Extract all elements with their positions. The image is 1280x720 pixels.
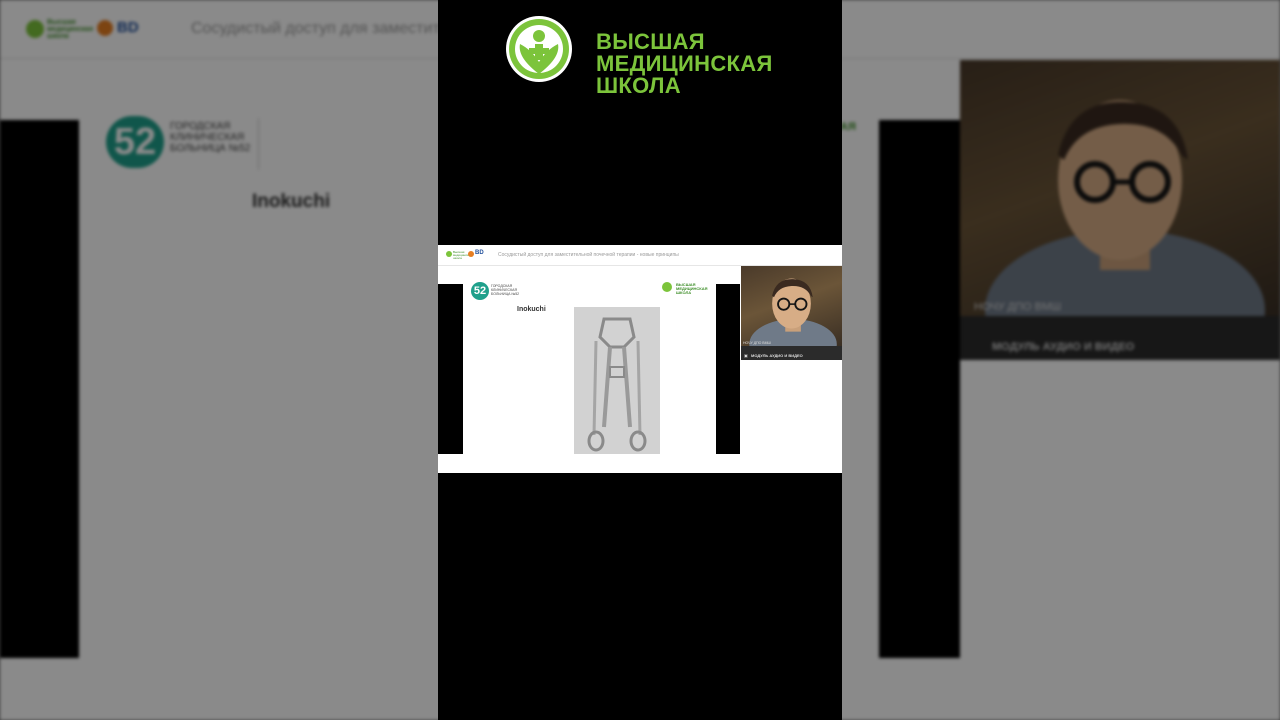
presentation-title: Сосудистый доступ для заместительной поч… [498,252,679,258]
presentation-header: Высшая медицинская школа BD Сосудистый д… [438,245,842,266]
brand-line-1: ВЫСШАЯ [596,29,705,54]
hospital-name: ГОРОДСКАЯ КЛИНИЧЕСКАЯ БОЛЬНИЦА №52 [491,284,520,296]
letterbox-left [438,284,463,454]
screen-share[interactable]: Высшая медицинская школа BD Сосудистый д… [438,245,842,473]
brand-logo: ВЫСШАЯ МЕДИЦИНСКАЯ ШКОЛА [504,14,834,97]
school-logo-text: Высшая медицинская школа [453,250,472,260]
speaker-silhouette-icon [749,278,837,346]
brand-line-2: МЕДИЦИНСКАЯ [596,51,773,76]
instrument-photo [574,307,660,454]
brand-line-3: ШКОЛА [596,73,681,98]
slide-title: Inokuchi [517,306,546,313]
school-emblem-small-icon [662,282,672,292]
speaker-webcam [741,266,842,346]
letterbox-right [716,284,740,454]
hospital-logo-icon: 52 [471,282,489,300]
bd-logo-text: BD [475,250,484,256]
partner-text: ВЫСШАЯ МЕДИЦИНСКАЯ ШКОЛА [676,282,708,295]
webcam-label: НОЧУ ДПО ВМШ [743,341,771,345]
school-emblem-icon [506,16,572,82]
module-label: МОДУЛЬ АУДИО И ВИДЕО [751,353,803,358]
surgical-clamp-icon [574,307,660,454]
vertical-video-frame[interactable]: ВЫСШАЯ МЕДИЦИНСКАЯ ШКОЛА Высшая медицинс… [438,0,842,720]
brand-name: ВЫСШАЯ МЕДИЦИНСКАЯ ШКОЛА [596,31,773,97]
slide: 52 ГОРОДСКАЯ КЛИНИЧЕСКАЯ БОЛЬНИЦА №52 ВЫ… [463,276,716,454]
bd-logo-icon [468,251,474,257]
video-camera-icon: ▣ [744,353,748,358]
school-logo-icon [446,251,452,257]
